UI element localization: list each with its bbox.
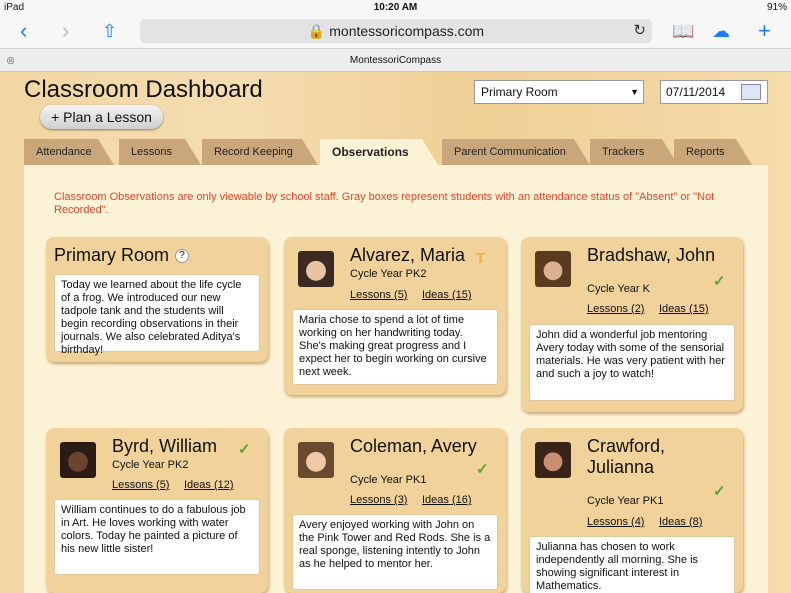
lessons-link[interactable]: Lessons (3)	[350, 494, 407, 506]
student-cycle: Cycle Year PK2	[112, 459, 189, 471]
lessons-link[interactable]: Lessons (5)	[112, 479, 169, 491]
address-bar[interactable]: 🔒 montessoricompass.com ↻	[140, 19, 652, 43]
student-card: Coleman, Avery ✓ Cycle Year PK1 Lessons …	[284, 428, 506, 593]
date-field[interactable]: 07/11/2014	[660, 80, 768, 104]
trophy-icon: T	[476, 250, 486, 267]
student-cycle: Cycle Year K	[587, 283, 650, 295]
student-note[interactable]: John did a wonderful job mentoring Avery…	[529, 324, 735, 401]
tab-bar: Attendance Lessons Record Keeping Observ…	[0, 139, 791, 165]
student-name[interactable]: Byrd, William	[112, 436, 217, 457]
room-card: Primary Room? Today we learned about the…	[46, 237, 268, 362]
check-icon: ✓	[713, 483, 726, 500]
student-name[interactable]: Bradshaw, John	[587, 245, 715, 266]
check-icon: ✓	[238, 441, 251, 458]
ideas-link[interactable]: Ideas (15)	[422, 289, 472, 301]
date-value: 07/11/2014	[666, 85, 726, 99]
student-note[interactable]: William continues to do a fabulous job i…	[54, 499, 260, 575]
new-tab-icon[interactable]: +	[758, 18, 771, 44]
room-select-value: Primary Room	[481, 85, 558, 99]
back-icon[interactable]: ‹	[20, 18, 27, 44]
tab-reports[interactable]: Reports	[674, 139, 752, 165]
status-bar: iPad 10:20 AM 91%	[0, 0, 791, 16]
page-title: Classroom Dashboard	[24, 76, 263, 103]
tab-parent-communication[interactable]: Parent Communication	[442, 139, 590, 165]
lessons-link[interactable]: Lessons (4)	[587, 516, 644, 528]
bookmarks-icon[interactable]: 📖	[672, 18, 694, 44]
cloud-tabs-icon[interactable]: ☁	[712, 18, 730, 44]
browser-tab[interactable]: ⊗ MontessoriCompass	[0, 48, 791, 72]
lock-icon: 🔒	[307, 23, 326, 39]
tab-record-keeping[interactable]: Record Keeping	[202, 139, 318, 165]
student-photo[interactable]	[298, 251, 334, 287]
room-select[interactable]: Primary Room ▼	[474, 80, 644, 104]
student-note[interactable]: Julianna has chosen to work independentl…	[529, 536, 735, 593]
page: Classroom Dashboard + Plan a Lesson Prim…	[0, 72, 791, 593]
tab-attendance[interactable]: Attendance	[24, 139, 114, 165]
notice-text: Classroom Observations are only viewable…	[54, 191, 715, 216]
help-icon[interactable]: ?	[175, 249, 190, 264]
lessons-link[interactable]: Lessons (2)	[587, 303, 644, 315]
student-note[interactable]: Avery enjoyed working with John on the P…	[292, 514, 498, 590]
student-name[interactable]: Alvarez, Maria	[350, 245, 465, 266]
student-note[interactable]: Maria chose to spend a lot of time worki…	[292, 309, 498, 385]
student-photo[interactable]	[60, 442, 96, 478]
student-photo[interactable]	[298, 442, 334, 478]
room-card-title: Primary Room?	[54, 245, 190, 266]
student-name[interactable]: Coleman, Avery	[350, 436, 477, 457]
tab-trackers[interactable]: Trackers	[590, 139, 678, 165]
ideas-link[interactable]: Ideas (8)	[659, 516, 702, 528]
student-cycle: Cycle Year PK1	[350, 474, 427, 486]
student-photo[interactable]	[535, 251, 571, 287]
forward-icon[interactable]: ›	[62, 18, 69, 44]
room-note[interactable]: Today we learned about the life cycle of…	[54, 274, 260, 356]
lessons-link[interactable]: Lessons (5)	[350, 289, 407, 301]
student-card: Crawford, Julianna ✓ Cycle Year PK1 Less…	[521, 428, 743, 593]
student-photo[interactable]	[535, 442, 571, 478]
reload-icon[interactable]: ↻	[633, 19, 646, 43]
chevron-down-icon: ▼	[630, 87, 639, 97]
student-card: Byrd, William ✓ Cycle Year PK2 Lessons (…	[46, 428, 268, 593]
url-text: montessoricompass.com	[329, 23, 485, 39]
ideas-link[interactable]: Ideas (12)	[184, 479, 234, 491]
student-card: Bradshaw, John ✓ Cycle Year K Lessons (2…	[521, 237, 743, 412]
student-card: Alvarez, Maria Cycle Year PK2 T Lessons …	[284, 237, 506, 395]
clock: 10:20 AM	[373, 2, 418, 13]
share-icon[interactable]: ⇧	[102, 18, 117, 44]
student-cycle: Cycle Year PK2	[350, 268, 427, 280]
calendar-icon[interactable]	[741, 84, 761, 100]
student-cycle: Cycle Year PK1	[587, 495, 664, 507]
tab-title: MontessoriCompass	[349, 55, 442, 66]
check-icon: ✓	[476, 461, 489, 478]
tab-observations[interactable]: Observations	[320, 139, 438, 165]
plan-lesson-button[interactable]: + Plan a Lesson	[40, 105, 163, 129]
battery-level: 91%	[766, 2, 787, 13]
browser-toolbar: ‹ › ⇧ 🔒 montessoricompass.com ↻ 📖 ☁ +	[0, 16, 791, 48]
ideas-link[interactable]: Ideas (16)	[422, 494, 472, 506]
room-title-text: Primary Room	[54, 245, 170, 265]
ideas-link[interactable]: Ideas (15)	[659, 303, 709, 315]
tab-lessons[interactable]: Lessons	[119, 139, 201, 165]
close-tab-icon[interactable]: ⊗	[6, 49, 15, 73]
student-name[interactable]: Crawford, Julianna	[587, 436, 707, 478]
check-icon: ✓	[713, 273, 726, 290]
observations-panel: Classroom Observations are only viewable…	[24, 165, 768, 593]
